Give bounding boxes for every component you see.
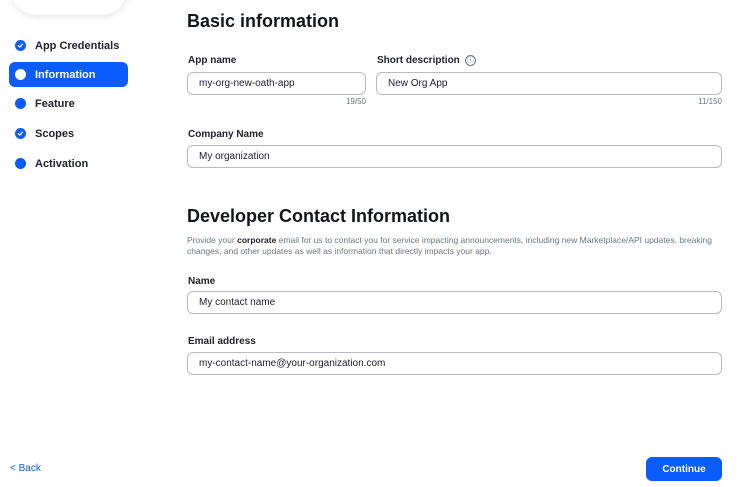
sidebar-item-label: Feature (35, 97, 75, 110)
step-dot-icon (15, 158, 26, 169)
top-card (10, 0, 128, 15)
app-name-value: my-org-new-oath-app (199, 78, 295, 89)
company-name-value: My organization (199, 151, 270, 162)
developer-contact-title: Developer Contact Information (187, 206, 451, 226)
basic-info-title: Basic information (187, 11, 340, 31)
sidebar-item-label: Information (35, 68, 96, 81)
sidebar-item-label: App Credentials (35, 39, 120, 52)
step-dot-icon (15, 98, 26, 109)
company-name-label: Company Name (188, 129, 264, 140)
short-description-counter: 11/150 (698, 97, 722, 106)
short-description-label-text: Short description (377, 55, 460, 66)
app-name-counter: 19/50 (345, 97, 366, 106)
email-address-input[interactable]: my-contact-name@your-organization.com (187, 352, 722, 375)
current-step-icon (15, 69, 26, 80)
company-name-input[interactable]: My organization (187, 145, 722, 168)
contact-name-input[interactable]: My contact name (187, 291, 722, 314)
sidebar-item-feature[interactable]: Feature (9, 91, 128, 116)
info-icon[interactable]: ⓘ (464, 55, 476, 66)
sidebar-item-activation[interactable]: Activation (9, 151, 128, 176)
sidebar-item-information[interactable]: Information (9, 62, 128, 87)
sidebar-item-scopes[interactable]: Scopes (9, 121, 128, 146)
app-name-input[interactable]: my-org-new-oath-app (187, 72, 366, 95)
back-link[interactable]: < Back (10, 463, 41, 474)
short-description-label: Short description ⓘ (377, 55, 476, 66)
check-icon (15, 40, 26, 51)
check-icon (15, 128, 26, 139)
sidebar-item-label: Scopes (35, 127, 75, 140)
app-name-label: App name (188, 55, 237, 66)
short-description-value: New Org App (388, 78, 448, 89)
contact-name-value: My contact name (199, 297, 276, 308)
sidebar-item-app-credentials[interactable]: App Credentials (9, 33, 128, 58)
description-prefix: Provide your (187, 235, 238, 245)
short-description-input[interactable]: New Org App (376, 72, 722, 95)
sidebar-item-label: Activation (35, 157, 89, 170)
email-address-value: my-contact-name@your-organization.com (199, 358, 386, 369)
developer-contact-description: Provide your corporate email for us to c… (187, 235, 732, 257)
email-address-label: Email address (188, 336, 256, 347)
description-bold: corporate (237, 235, 277, 245)
contact-name-label: Name (188, 276, 216, 287)
continue-button[interactable]: Continue (646, 457, 722, 481)
